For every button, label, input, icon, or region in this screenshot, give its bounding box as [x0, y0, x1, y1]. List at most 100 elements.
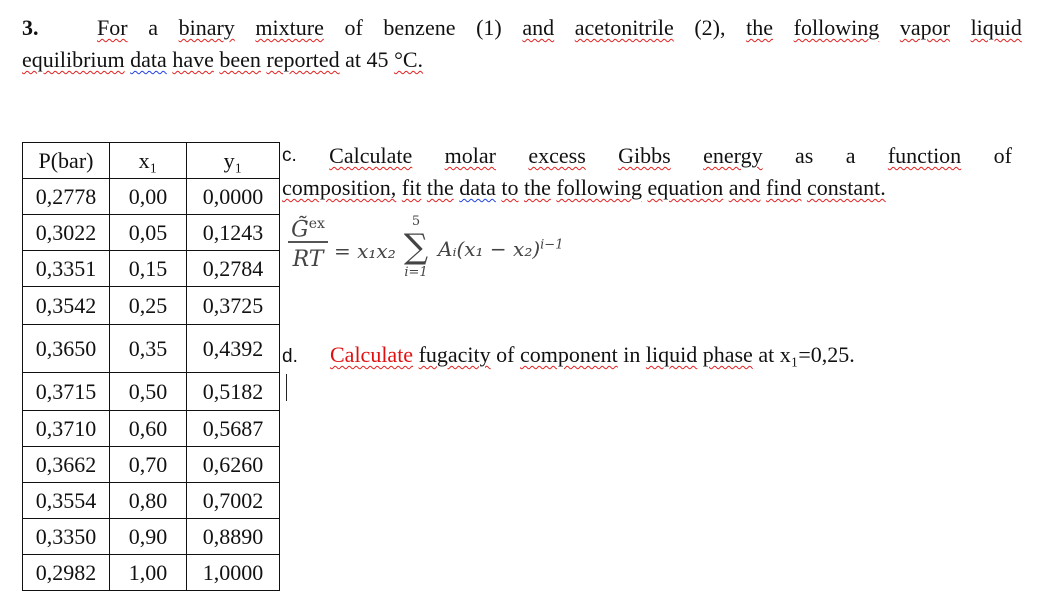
word: the [746, 15, 774, 40]
part-d-label: d. [282, 346, 298, 367]
word: data [459, 175, 496, 200]
question-number: 3. [22, 15, 39, 40]
cell-x1: 0,90 [109, 518, 187, 555]
word: Calculate [329, 143, 413, 168]
word: phase [702, 342, 753, 367]
question-line-1: 3. For a binary mixture of benzene (1) an… [22, 12, 1022, 44]
word: to [501, 175, 519, 200]
word: of [993, 143, 1012, 168]
cell-y1: 0,3725 [186, 286, 280, 325]
word: binary [178, 15, 235, 40]
word: liquid [645, 342, 698, 367]
sigma-icon: ∑ [403, 227, 429, 267]
word: a [148, 15, 158, 40]
table-body: 0,2778 0,00 0,0000 0,3022 0,05 0,1243 0,3351 0,… [22, 178, 280, 591]
header-y1: y₁ [186, 142, 280, 179]
temperature-unit: °C. [394, 47, 424, 72]
cell-x1: 0,15 [109, 250, 187, 287]
word: constant. [806, 175, 886, 200]
part-c-line-2: composition, fit the data to the followi… [282, 172, 1012, 204]
word: the [524, 175, 551, 200]
part-c-line-1: c. Calculate molar excess Gibbs energy a… [282, 140, 1012, 172]
question-header: 3. For a binary mixture of benzene (1) an… [22, 12, 1022, 76]
word: liquid [970, 15, 1022, 40]
table-row: 0,3542 0,25 0,3725 [22, 286, 280, 325]
table-row: 0,2778 0,00 0,0000 [22, 178, 280, 215]
word: at x₁=0,25. [758, 342, 855, 367]
cell-x1: 0,60 [109, 410, 187, 447]
word: mixture [255, 15, 324, 40]
word: a [845, 143, 856, 168]
word: function [887, 143, 962, 168]
cell-x1: 0,70 [109, 446, 187, 483]
word: energy [703, 143, 763, 168]
table-header-row: P(bar) x₁ y₁ [22, 142, 280, 179]
word: at 45 [345, 47, 389, 72]
equation-fraction: G̃ex RT [288, 209, 328, 275]
equation-exponent: i−1 [540, 237, 564, 253]
word: following [556, 175, 642, 200]
table-row: 0,3662 0,70 0,6260 [22, 446, 280, 483]
word: the [426, 175, 454, 200]
cell-pressure: 0,3710 [22, 410, 110, 447]
word: acetonitrile [574, 15, 674, 40]
word: and [728, 175, 761, 200]
word: fit [401, 175, 422, 200]
word: fugacity [418, 342, 491, 367]
word: excess [528, 143, 586, 168]
word: equation [647, 175, 724, 200]
word: For [97, 15, 128, 40]
header-pressure: P(bar) [22, 142, 110, 179]
table-row: 0,3022 0,05 0,1243 [22, 214, 280, 251]
word: following [793, 15, 880, 40]
highlighted-word: Calculate [330, 342, 414, 367]
cell-y1: 0,5182 [186, 372, 280, 411]
cell-pressure: 0,3542 [22, 286, 110, 325]
word: component [520, 342, 618, 367]
cell-pressure: 0,3650 [22, 324, 110, 373]
cell-x1: 0,50 [109, 372, 187, 411]
part-d: d. Calculate fugacity of component in liq… [282, 339, 855, 373]
equation-middle: = x₁x₂ [334, 239, 396, 263]
cell-x1: 1,00 [109, 554, 187, 591]
equation-term: Aᵢ(x₁ − x₂) [438, 237, 541, 261]
cell-x1: 0,25 [109, 286, 187, 325]
word: of [496, 342, 515, 367]
cell-y1: 0,8890 [186, 518, 280, 555]
numerator-superscript: ex [308, 216, 325, 232]
table-row: 0,3650 0,35 0,4392 [22, 324, 280, 373]
part-c-label: c. [282, 145, 297, 166]
word: equilibrium [22, 47, 125, 72]
cell-pressure: 0,3662 [22, 446, 110, 483]
equation-numerator: G̃ex [288, 209, 328, 242]
word: (1) [476, 15, 502, 40]
cell-y1: 0,0000 [186, 178, 280, 215]
cell-pressure: 0,3554 [22, 482, 110, 519]
cell-y1: 0,2784 [186, 250, 280, 287]
question-line-2: equilibrium data have been reported at 4… [22, 44, 1022, 76]
header-x1: x₁ [109, 142, 187, 179]
cell-x1: 0,00 [109, 178, 187, 215]
cell-x1: 0,80 [109, 482, 187, 519]
cell-pressure: 0,3351 [22, 250, 110, 287]
cell-pressure: 0,3350 [22, 518, 110, 555]
cell-pressure: 0,2778 [22, 178, 110, 215]
word: data [130, 47, 167, 72]
sum-lower-limit: i=1 [404, 265, 428, 280]
cell-x1: 0,05 [109, 214, 187, 251]
cell-pressure: 0,2982 [22, 554, 110, 591]
cell-y1: 1,0000 [186, 554, 280, 591]
word: and [522, 15, 555, 40]
cell-x1: 0,35 [109, 324, 187, 373]
cell-y1: 0,6260 [186, 446, 280, 483]
word: of [344, 15, 363, 40]
table-row: 0,3350 0,90 0,8890 [22, 518, 280, 555]
cell-pressure: 0,3715 [22, 372, 110, 411]
word: composition, [282, 175, 397, 200]
word: in [623, 342, 641, 367]
table-row: 0,3351 0,15 0,2784 [22, 250, 280, 287]
text-cursor[interactable] [286, 374, 287, 401]
word: molar [444, 143, 496, 168]
table-row: 0,3715 0,50 0,5182 [22, 372, 280, 411]
word: Gibbs [618, 143, 671, 168]
